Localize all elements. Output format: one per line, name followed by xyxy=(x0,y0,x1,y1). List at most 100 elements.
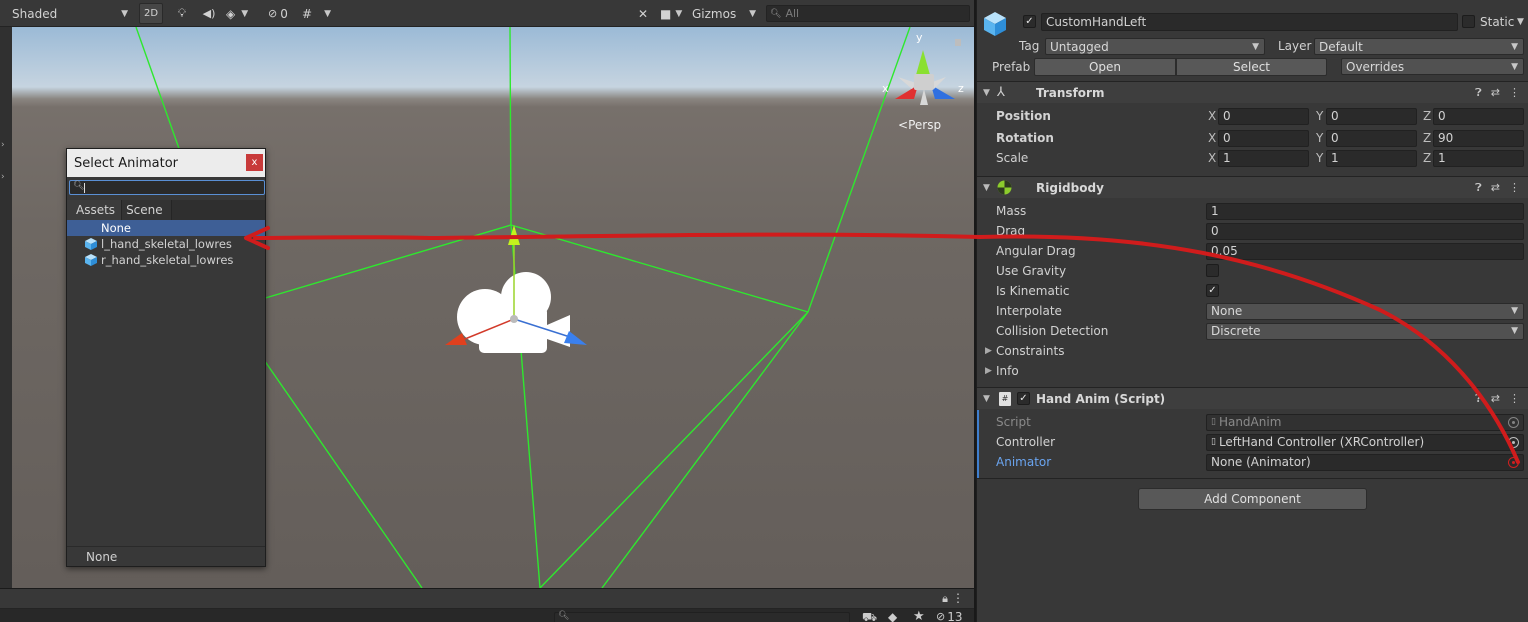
project-search-input[interactable]: 🔍︎ xyxy=(554,611,850,622)
prefab-label: Prefab xyxy=(992,60,1031,74)
chevron-down-icon[interactable]: ▼ xyxy=(983,88,990,98)
filter-type-icon[interactable]: ⛟ xyxy=(862,610,877,622)
axis-y-label[interactable]: Y xyxy=(1316,131,1323,145)
more-options-icon[interactable]: ⋮ xyxy=(952,591,964,605)
rotation-x-field[interactable]: 0 xyxy=(1218,129,1309,147)
tools-button[interactable]: ✕ xyxy=(632,3,654,24)
scale-y-field[interactable]: 1 xyxy=(1326,149,1417,167)
chevron-down-icon[interactable]: ▼ xyxy=(983,183,990,193)
axis-z-label[interactable]: Z xyxy=(1423,151,1431,165)
controller-field[interactable]: ▯ LeftHand Controller (XRController) xyxy=(1206,433,1524,451)
lock-icon[interactable]: 🔒︎ xyxy=(942,592,948,606)
scene-visibility-toggle[interactable]: ⊘ 0 xyxy=(268,3,298,24)
component-enabled-checkbox[interactable]: ✓ xyxy=(1017,392,1030,405)
rigidbody-header[interactable]: ▼ Rigidbody ❓︎ ⇄ ⋮ xyxy=(977,176,1528,198)
axis-x-label[interactable]: X xyxy=(1208,131,1216,145)
dialog-titlebar[interactable]: Select Animator x xyxy=(67,149,265,177)
prefab-select-button[interactable]: Select xyxy=(1176,58,1327,76)
list-item[interactable]: r_hand_skeletal_lowres xyxy=(67,252,265,268)
close-button[interactable]: x xyxy=(246,154,263,171)
prefab-overrides-dropdown[interactable]: Overrides ▼ xyxy=(1341,58,1524,75)
lighting-toggle[interactable]: 💡︎ xyxy=(172,3,192,24)
scale-x-field[interactable]: 1 xyxy=(1218,149,1309,167)
audio-toggle[interactable]: ◀︎) xyxy=(200,3,218,24)
axis-z-label[interactable]: Z xyxy=(1423,131,1431,145)
filter-label-icon[interactable]: ◆ xyxy=(888,610,897,622)
more-options-icon[interactable]: ⋮ xyxy=(1509,392,1520,406)
object-picker-icon[interactable] xyxy=(1508,436,1519,448)
more-options-icon[interactable]: ⋮ xyxy=(1509,181,1520,195)
active-checkbox[interactable]: ✓ xyxy=(1023,15,1036,28)
tag-dropdown[interactable]: Untagged ▼ xyxy=(1045,38,1265,55)
list-item[interactable]: l_hand_skeletal_lowres xyxy=(67,236,265,252)
effects-dropdown[interactable]: ◈ ▼ xyxy=(226,3,262,24)
angular-drag-field[interactable]: 0.05 xyxy=(1206,242,1524,260)
chevron-right-icon[interactable]: › xyxy=(1,140,5,150)
chevron-down-icon[interactable]: ▼ xyxy=(983,394,990,404)
collision-detection-dropdown[interactable]: Discrete ▼ xyxy=(1206,322,1524,340)
chevron-right-icon[interactable]: › xyxy=(1,172,5,182)
help-icon[interactable]: ❓︎ xyxy=(1475,86,1482,100)
bottom-tab-strip: 🔒︎ ⋮ xyxy=(0,589,974,609)
object-picker-icon[interactable] xyxy=(1508,456,1519,468)
scale-z-field[interactable]: 1 xyxy=(1433,149,1524,167)
hand-anim-header[interactable]: ▼ # ✓ Hand Anim (Script) ❓︎ ⇄ ⋮ xyxy=(977,387,1528,409)
camera-dropdown[interactable]: ■ ▼ xyxy=(660,3,688,24)
field-value: LeftHand Controller (XRController) xyxy=(1218,435,1425,449)
position-y-field[interactable]: 0 xyxy=(1326,107,1417,125)
more-options-icon[interactable]: ⋮ xyxy=(1509,86,1520,100)
list-item[interactable]: None xyxy=(67,220,265,236)
animator-field[interactable]: None (Animator) xyxy=(1206,453,1524,471)
position-z-field[interactable]: 0 xyxy=(1433,107,1524,125)
use-gravity-checkbox[interactable] xyxy=(1206,264,1219,277)
animator-row: Animator None (Animator) xyxy=(977,452,1528,472)
rotation-y-field[interactable]: 0 xyxy=(1326,129,1417,147)
object-name-field[interactable]: CustomHandLeft xyxy=(1041,13,1458,31)
toggle-2d-button[interactable]: 2D xyxy=(139,3,163,24)
static-label: Static xyxy=(1480,15,1515,29)
tab-assets[interactable]: Assets xyxy=(67,200,123,220)
favorites-star-icon[interactable]: ★ xyxy=(913,609,925,622)
axis-y-label[interactable]: Y xyxy=(1316,109,1323,123)
mass-field[interactable]: 1 xyxy=(1206,202,1524,220)
dialog-search-input[interactable]: 🔍︎ xyxy=(69,180,265,195)
gizmos-dropdown[interactable]: Gizmos ▼ xyxy=(692,3,760,24)
grid-dropdown[interactable]: # ▼ xyxy=(302,3,338,24)
chevron-right-icon[interactable]: ▶ xyxy=(985,346,992,356)
rotation-z-field[interactable]: 90 xyxy=(1433,129,1524,147)
chevron-down-icon: ▼ xyxy=(121,8,128,19)
add-component-button[interactable]: Add Component xyxy=(1138,488,1367,510)
select-animator-dialog: Select Animator x 🔍︎ Assets Scene None l… xyxy=(66,148,266,567)
chevron-right-icon[interactable]: ▶ xyxy=(985,366,992,376)
chevron-down-icon: ▼ xyxy=(1511,61,1518,72)
interpolate-dropdown[interactable]: None ▼ xyxy=(1206,302,1524,320)
preset-icon[interactable]: ⇄ xyxy=(1491,86,1500,100)
constraints-row[interactable]: ▶ Constraints xyxy=(977,341,1528,361)
info-label: Info xyxy=(996,364,1019,378)
static-checkbox[interactable] xyxy=(1462,15,1475,28)
preset-icon[interactable]: ⇄ xyxy=(1491,392,1500,406)
axis-y-label[interactable]: Y xyxy=(1316,151,1323,165)
axis-x-label[interactable]: X xyxy=(1208,109,1216,123)
layer-dropdown[interactable]: Default ▼ xyxy=(1314,38,1524,55)
eye-slash-icon: ⊘ xyxy=(936,610,946,622)
info-row[interactable]: ▶ Info xyxy=(977,361,1528,381)
transform-header[interactable]: ▼ ⅄ Transform ❓︎ ⇄ ⋮ xyxy=(977,81,1528,103)
is-kinematic-checkbox[interactable]: ✓ xyxy=(1206,284,1219,297)
drag-field[interactable]: 0 xyxy=(1206,222,1524,240)
help-icon[interactable]: ❓︎ xyxy=(1475,392,1482,406)
component-title: Hand Anim (Script) xyxy=(1036,391,1166,406)
hidden-packages-toggle[interactable]: ⊘ 13 xyxy=(936,610,963,622)
help-icon[interactable]: ❓︎ xyxy=(1475,181,1482,195)
position-x-field[interactable]: 0 xyxy=(1218,107,1309,125)
prefab-open-button[interactable]: Open xyxy=(1034,58,1176,76)
tab-scene[interactable]: Scene xyxy=(122,200,172,220)
chevron-down-icon[interactable]: ▼ xyxy=(1517,17,1524,27)
preset-icon[interactable]: ⇄ xyxy=(1491,181,1500,195)
axis-x-label[interactable]: X xyxy=(1208,151,1216,165)
shading-mode-dropdown[interactable]: Shaded ▼ xyxy=(12,3,132,24)
scene-search-input[interactable]: 🔍︎ All xyxy=(766,5,970,22)
angular-drag-row: Angular Drag 0.05 xyxy=(977,241,1528,261)
axis-z-label[interactable]: Z xyxy=(1423,109,1431,123)
persp-toggle[interactable]: <Persp xyxy=(898,118,941,132)
